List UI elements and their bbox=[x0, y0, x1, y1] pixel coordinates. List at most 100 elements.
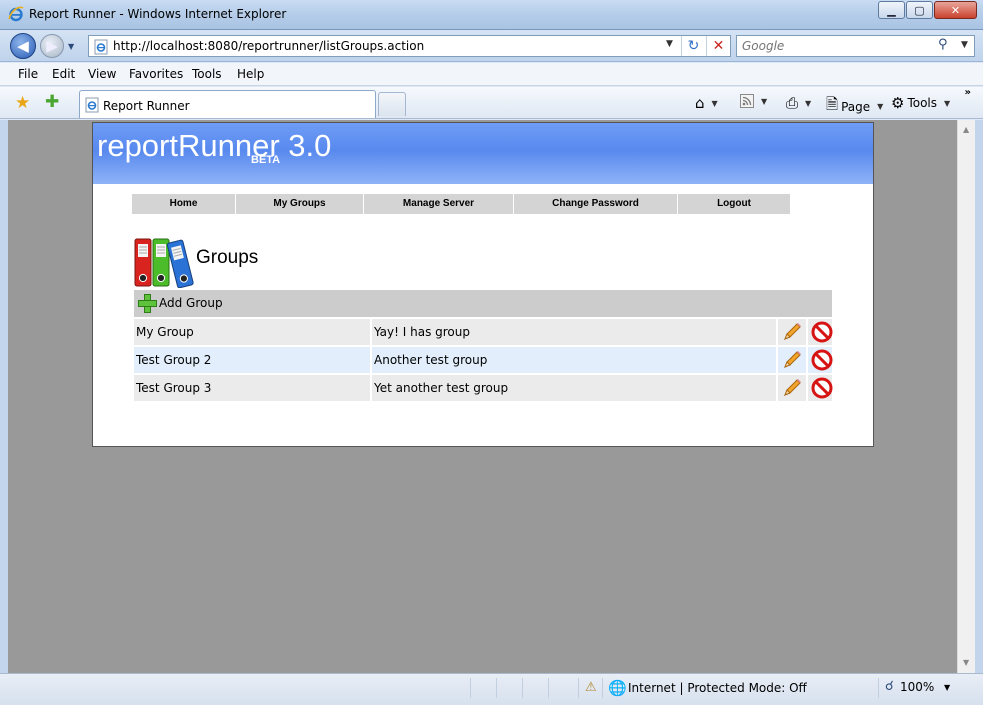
table-row: Test Group 2 Another test group bbox=[134, 347, 833, 373]
home-button[interactable]: ⌂ ▼ bbox=[695, 94, 718, 112]
search-input[interactable] bbox=[742, 38, 932, 54]
menu-view[interactable]: View bbox=[88, 67, 116, 81]
add-group-link[interactable]: Add Group bbox=[159, 296, 223, 310]
recent-pages-dropdown[interactable]: ▼ bbox=[68, 42, 74, 51]
page-title: Groups bbox=[196, 247, 259, 268]
window-frame-left bbox=[0, 120, 8, 673]
window-controls: ▁ ▢ ✕ bbox=[877, 1, 977, 19]
security-zone[interactable]: Internet | Protected Mode: Off bbox=[628, 681, 807, 695]
group-name: Test Group 3 bbox=[134, 375, 370, 401]
status-divider bbox=[522, 678, 523, 698]
title-bar: Report Runner - Windows Internet Explore… bbox=[0, 0, 983, 30]
maximize-button[interactable]: ▢ bbox=[906, 1, 933, 19]
window-frame-right bbox=[975, 120, 983, 673]
no-sign-icon bbox=[811, 377, 833, 399]
group-name: My Group bbox=[134, 319, 370, 345]
pencil-icon bbox=[784, 379, 801, 396]
zoom-level[interactable]: 100% bbox=[900, 680, 934, 694]
tools-menu-label: Tools bbox=[907, 96, 938, 110]
feeds-button[interactable]: ▼ bbox=[740, 94, 767, 108]
nav-logout[interactable]: Logout bbox=[678, 194, 790, 214]
menu-help[interactable]: Help bbox=[237, 67, 264, 81]
delete-group-button[interactable] bbox=[808, 347, 833, 373]
no-sign-icon bbox=[811, 349, 833, 371]
tools-menu-button[interactable]: ⚙ Tools ▼ bbox=[891, 94, 950, 112]
refresh-button[interactable]: ↻ bbox=[681, 36, 705, 56]
stop-button[interactable]: ✕ bbox=[706, 36, 730, 56]
site-banner: reportRunner 3.0 BETA bbox=[93, 123, 873, 184]
window-title: Report Runner - Windows Internet Explore… bbox=[29, 7, 287, 21]
delete-group-button[interactable] bbox=[808, 375, 833, 401]
printer-icon: ⎙ bbox=[786, 94, 799, 112]
print-dropdown-icon[interactable]: ▼ bbox=[805, 99, 811, 108]
page-viewport: reportRunner 3.0 BETA Home My Groups Man… bbox=[8, 120, 957, 673]
minimize-button[interactable]: ▁ bbox=[878, 1, 905, 19]
scroll-down-icon[interactable]: ▼ bbox=[963, 658, 969, 667]
group-description: Yay! I has group bbox=[372, 319, 776, 345]
magnifier-icon: ☌ bbox=[885, 679, 894, 694]
menu-favorites[interactable]: Favorites bbox=[129, 67, 183, 81]
ie-page-icon bbox=[85, 97, 99, 113]
star-icon[interactable]: ★ bbox=[15, 93, 30, 113]
status-divider bbox=[470, 678, 471, 698]
search-provider-dropdown[interactable]: ▼ bbox=[961, 40, 968, 50]
menu-edit[interactable]: Edit bbox=[52, 67, 75, 81]
group-description: Another test group bbox=[372, 347, 776, 373]
forward-button[interactable]: ▶ bbox=[40, 34, 64, 58]
nav-manage-server[interactable]: Manage Server bbox=[364, 194, 514, 214]
search-icon[interactable]: ⚲ bbox=[938, 37, 948, 52]
menu-bar: File Edit View Favorites Tools Help bbox=[0, 63, 983, 86]
close-button[interactable]: ✕ bbox=[934, 1, 977, 19]
address-input[interactable] bbox=[113, 38, 673, 54]
tab-label: Report Runner bbox=[103, 99, 190, 113]
scroll-up-icon[interactable]: ▲ bbox=[963, 125, 969, 134]
nav-home[interactable]: Home bbox=[132, 194, 236, 214]
gear-icon: ⚙ bbox=[891, 94, 905, 112]
group-description: Yet another test group bbox=[372, 375, 776, 401]
page-menu-button[interactable]: 🗎 Page ▼ bbox=[826, 94, 883, 119]
table-row: Test Group 3 Yet another test group bbox=[134, 375, 833, 401]
site-nav: Home My Groups Manage Server Change Pass… bbox=[132, 194, 790, 214]
back-arrow-icon: ◀ bbox=[17, 37, 29, 55]
status-bar: ⚠ 🌐 Internet | Protected Mode: Off ☌ 100… bbox=[0, 673, 983, 705]
status-divider bbox=[496, 678, 497, 698]
edit-group-button[interactable] bbox=[778, 347, 806, 373]
back-button[interactable]: ◀ bbox=[10, 33, 36, 59]
no-sign-icon bbox=[811, 321, 833, 343]
address-bar: ▼ ↻ ✕ bbox=[88, 35, 731, 57]
nav-change-password[interactable]: Change Password bbox=[514, 194, 678, 214]
add-favorite-icon[interactable]: ✚ bbox=[45, 92, 59, 112]
beta-label: BETA bbox=[251, 154, 281, 166]
vertical-scrollbar[interactable]: ▲ ▼ bbox=[957, 120, 975, 673]
print-button[interactable]: ⎙ ▼ bbox=[786, 94, 811, 112]
pencil-icon bbox=[784, 323, 801, 340]
status-divider bbox=[878, 678, 879, 698]
address-dropdown-icon[interactable]: ▼ bbox=[666, 39, 673, 49]
binders-icon bbox=[134, 238, 194, 288]
zoom-dropdown-icon[interactable]: ▼ bbox=[944, 683, 950, 692]
delete-group-button[interactable] bbox=[808, 319, 833, 345]
more-commands-chevron[interactable]: » bbox=[965, 87, 971, 98]
menu-file[interactable]: File bbox=[18, 67, 38, 81]
nav-my-groups[interactable]: My Groups bbox=[236, 194, 364, 214]
menu-tools[interactable]: Tools bbox=[192, 67, 222, 81]
group-name: Test Group 2 bbox=[134, 347, 370, 373]
edit-group-button[interactable] bbox=[778, 375, 806, 401]
edit-group-button[interactable] bbox=[778, 319, 806, 345]
plus-icon[interactable] bbox=[138, 294, 157, 313]
status-divider bbox=[548, 678, 549, 698]
site-brand: reportRunner 3.0 bbox=[97, 128, 332, 163]
feeds-dropdown-icon[interactable]: ▼ bbox=[761, 97, 767, 106]
tools-dropdown-icon: ▼ bbox=[944, 98, 951, 108]
new-tab-button[interactable] bbox=[378, 92, 406, 116]
globe-icon: 🌐 bbox=[608, 679, 627, 697]
home-dropdown-icon[interactable]: ▼ bbox=[712, 99, 718, 108]
page-dropdown-icon: ▼ bbox=[877, 102, 884, 111]
rss-icon bbox=[740, 94, 754, 108]
ie-page-icon bbox=[94, 39, 108, 55]
popup-blocker-icon[interactable]: ⚠ bbox=[585, 680, 597, 695]
tab-report-runner[interactable]: Report Runner bbox=[79, 90, 376, 118]
page-menu-label: Page bbox=[841, 99, 871, 114]
table-row: My Group Yay! I has group bbox=[134, 319, 833, 345]
home-icon: ⌂ bbox=[695, 94, 705, 112]
